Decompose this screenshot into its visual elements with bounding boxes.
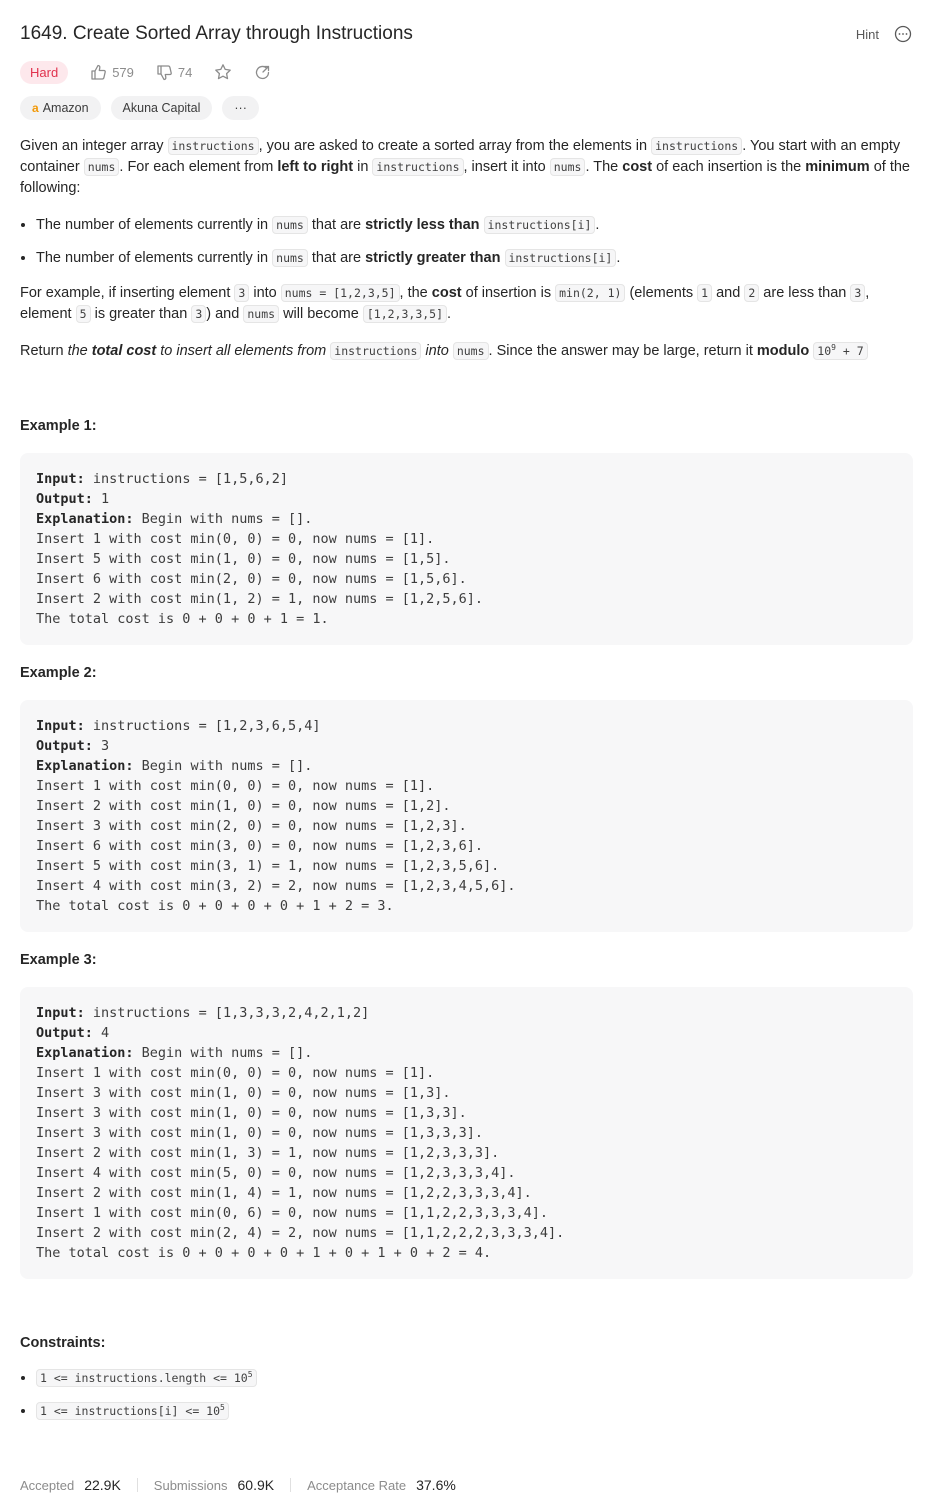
star-icon	[215, 64, 232, 80]
submissions-label: Submissions	[153, 1477, 228, 1493]
constraints-title: Constraints:	[20, 1335, 106, 1351]
constraints-section: Constraints: 1 <= instructions.length <=…	[20, 1333, 913, 1422]
submission-stats: Accepted 22.9K Submissions 60.9K Accepta…	[20, 1474, 456, 1496]
more-options-icon[interactable]	[893, 24, 913, 44]
description-paragraph-2: For example, if inserting element 3 into…	[20, 284, 870, 323]
example-title: Example 1:	[20, 418, 97, 434]
submissions-value: 60.9K	[237, 1477, 275, 1493]
example-title: Example 3:	[20, 952, 97, 968]
title-actions: Hint	[856, 24, 913, 44]
hint-button[interactable]: Hint	[856, 27, 879, 42]
thumbs-down-icon	[157, 64, 172, 80]
example-code-block: Input: instructions = [1,5,6,2] Output: …	[20, 453, 913, 645]
dislike-count: 74	[177, 64, 193, 80]
title-row: 1649. Create Sorted Array through Instru…	[20, 18, 913, 50]
accepted-value: 22.9K	[84, 1477, 121, 1493]
like-count: 579	[112, 64, 134, 80]
example-3: Example 3: Input: instructions = [1,3,3,…	[20, 950, 913, 1279]
example-1: Example 1: Input: instructions = [1,5,6,…	[20, 416, 913, 645]
company-tags: a Amazon Akuna Capital ···	[20, 95, 259, 120]
example-title: Example 2:	[20, 665, 97, 681]
divider	[136, 1478, 138, 1492]
example-code-block: Input: instructions = [1,3,3,3,2,4,2,1,2…	[20, 987, 913, 1279]
example-2: Example 2: Input: instructions = [1,2,3,…	[20, 663, 913, 932]
dislike-button[interactable]: 74	[156, 64, 192, 81]
acceptance-rate-label: Acceptance Rate	[307, 1477, 407, 1493]
share-icon	[256, 65, 270, 79]
amazon-logo-icon: a	[32, 100, 39, 115]
list-item: The number of elements currently in nums…	[36, 215, 913, 236]
list-item: The number of elements currently in nums…	[36, 248, 913, 269]
share-button[interactable]	[254, 64, 271, 81]
tag-akuna-capital[interactable]: Akuna Capital	[110, 95, 213, 120]
tag-amazon[interactable]: a Amazon	[20, 95, 101, 120]
description-paragraph-1: Given an integer array instructions, you…	[20, 137, 910, 196]
favorite-button[interactable]	[214, 63, 232, 81]
like-button[interactable]: 579	[90, 64, 134, 81]
problem-title: 1649. Create Sorted Array through Instru…	[20, 23, 413, 44]
accepted-label: Accepted	[20, 1477, 75, 1493]
meta-row: Hard 579 74	[20, 59, 271, 85]
constraints-list: 1 <= instructions.length <= 105 1 <= ins…	[20, 1368, 913, 1422]
acceptance-rate-value: 37.6%	[416, 1477, 456, 1493]
description-paragraph-3: Return the total cost to insert all elem…	[20, 341, 913, 362]
list-item: 1 <= instructions.length <= 105	[36, 1368, 913, 1389]
list-item: 1 <= instructions[i] <= 105	[36, 1401, 913, 1422]
cost-rules-list: The number of elements currently in nums…	[20, 215, 913, 269]
more-tags-button[interactable]: ···	[222, 95, 259, 120]
problem-page: 1649. Create Sorted Array through Instru…	[0, 0, 933, 1508]
thumbs-up-icon	[91, 64, 107, 80]
divider	[290, 1478, 292, 1492]
difficulty-badge: Hard	[20, 60, 69, 84]
example-code-block: Input: instructions = [1,2,3,6,5,4] Outp…	[20, 700, 913, 932]
problem-description: Given an integer array instructions, you…	[20, 136, 913, 1436]
